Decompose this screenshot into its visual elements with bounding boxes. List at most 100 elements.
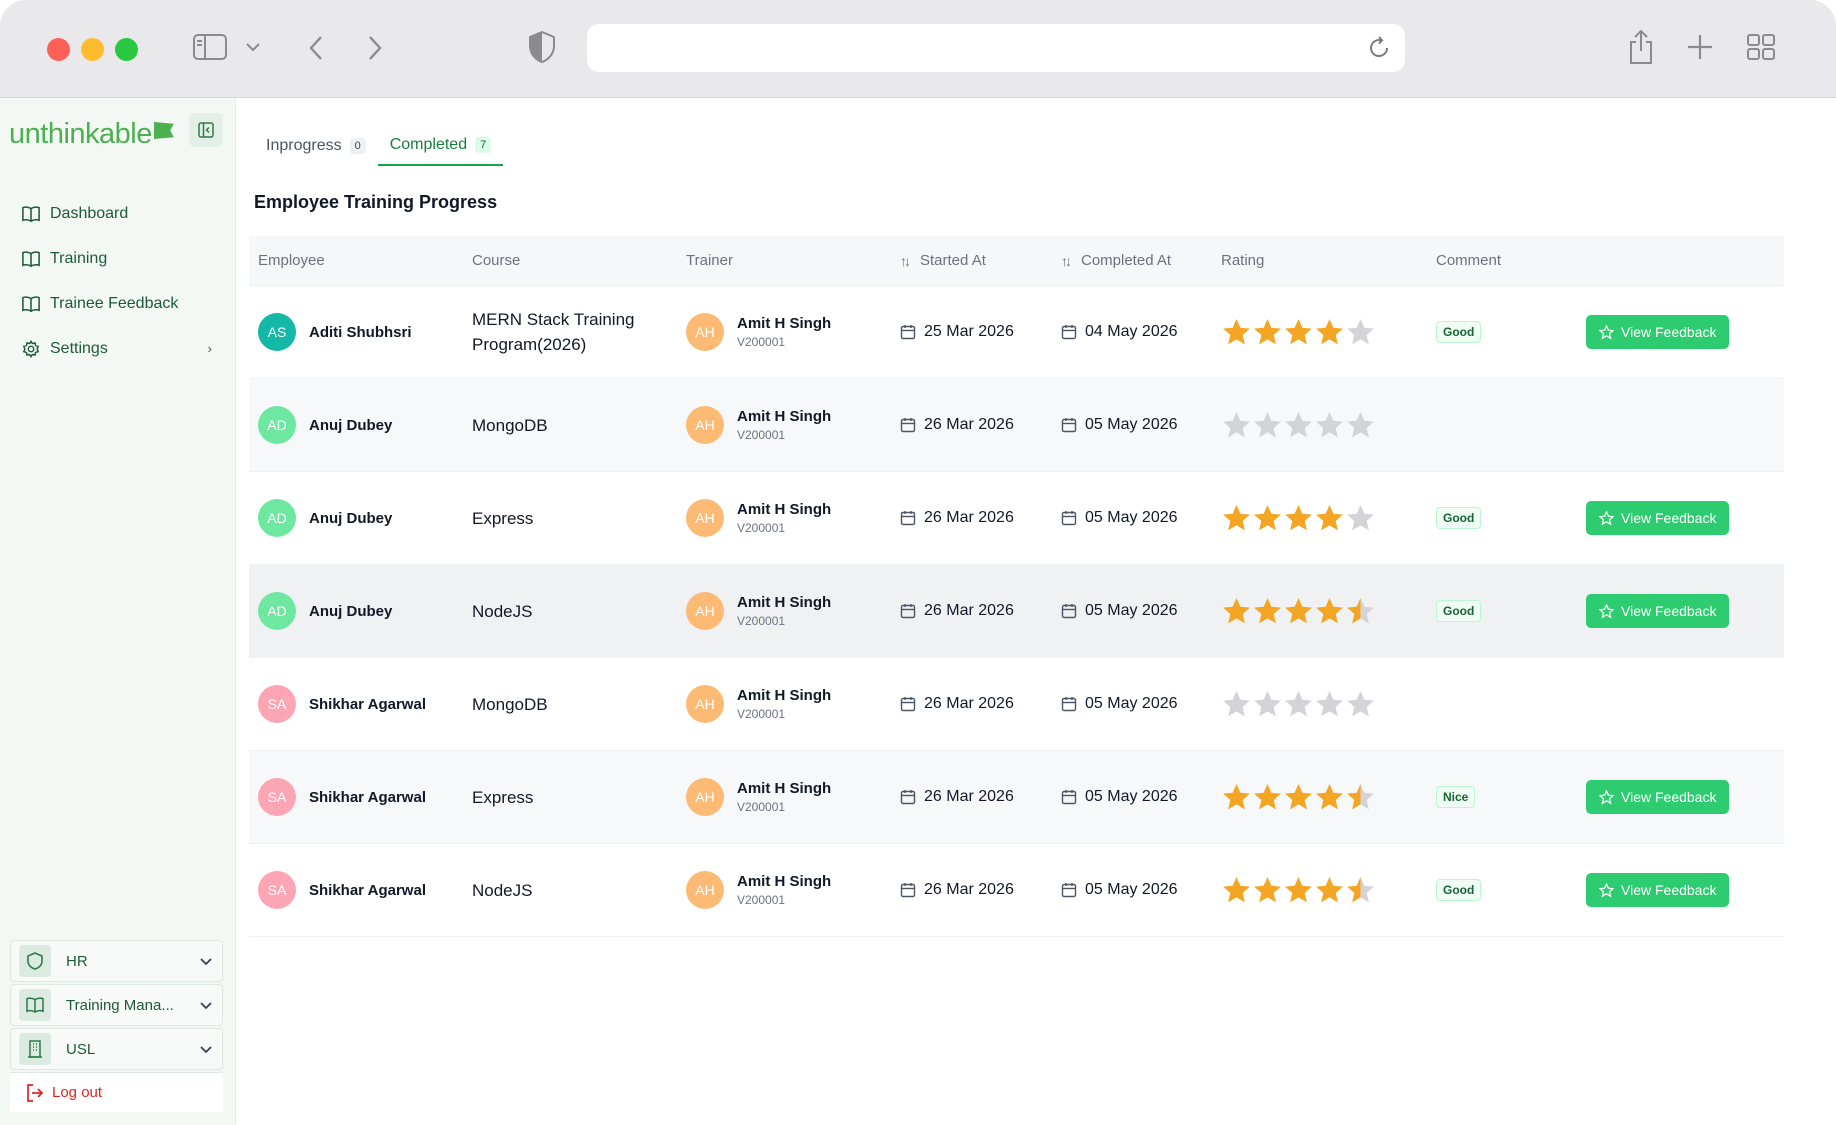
logout-button[interactable]: Log out (10, 1072, 223, 1112)
module-label: Training Mana... (66, 996, 174, 1014)
rating-stars (1212, 410, 1427, 441)
view-feedback-button[interactable]: View Feedback (1586, 315, 1730, 349)
share-icon[interactable] (1626, 28, 1656, 66)
trainer-cell: AH Amit H Singh V200001 (677, 592, 891, 630)
tab-completed[interactable]: Completed 7 (377, 136, 504, 166)
tab-overview-icon[interactable] (1746, 33, 1776, 61)
calendar-icon (900, 604, 916, 619)
completed-at-cell: 05 May 2026 (1052, 416, 1212, 434)
rating-star-icon (1345, 596, 1376, 627)
employee-cell: SA Shikhar Agarwal (249, 871, 463, 909)
star-outline-icon (1599, 882, 1614, 898)
rating-star-icon (1314, 689, 1345, 720)
rating-star-icon (1345, 782, 1376, 813)
rating-stars (1212, 875, 1427, 906)
avatar: AD (258, 499, 296, 537)
avatar: SA (258, 685, 296, 723)
completed-at-date: 05 May 2026 (1085, 788, 1178, 805)
course-name: MongoDB (472, 415, 548, 435)
sidebar-item-dashboard[interactable]: Dashboard (22, 191, 212, 236)
star-outline-icon (1599, 789, 1614, 805)
reload-icon[interactable] (1367, 36, 1391, 60)
trainer-cell: AH Amit H Singh V200001 (677, 871, 891, 909)
module-hr[interactable]: HR (10, 940, 223, 982)
rating-star-icon (1252, 503, 1283, 534)
employee-name: Anuj Dubey (309, 416, 393, 434)
chevron-down-icon (200, 958, 212, 966)
back-icon[interactable] (305, 33, 327, 63)
sidebar-item-label: Trainee Feedback (50, 294, 179, 312)
new-tab-icon[interactable] (1686, 33, 1714, 61)
rating-star-icon (1221, 503, 1252, 534)
logout-label: Log out (52, 1084, 103, 1101)
gear-icon (22, 339, 40, 358)
view-feedback-button[interactable]: View Feedback (1586, 873, 1730, 907)
comment-badge: Good (1436, 879, 1482, 901)
view-feedback-button[interactable]: View Feedback (1586, 780, 1730, 814)
tab-inprogress[interactable]: Inprogress 0 (254, 136, 378, 166)
rating-star-icon (1221, 689, 1252, 720)
minimize-window-button[interactable] (81, 38, 104, 61)
trainer-id: V200001 (737, 800, 786, 814)
view-feedback-label: View Feedback (1621, 882, 1717, 898)
started-at-date: 26 Mar 2026 (924, 881, 1014, 898)
table-row: AD Anuj Dubey MongoDB AH Amit H Singh V200001… (249, 379, 1784, 472)
calendar-icon (900, 697, 916, 712)
rating-star-icon (1345, 875, 1376, 906)
rating-star-icon (1283, 410, 1314, 441)
comment-badge: Good (1436, 600, 1482, 622)
rating-star-icon (1221, 782, 1252, 813)
collapse-sidebar-button[interactable] (189, 113, 223, 147)
view-feedback-button[interactable]: View Feedback (1586, 501, 1730, 535)
sidebar: unthinkable Dashboard Training Trainee F… (0, 98, 236, 1125)
sort-icon: ↑↓ (1061, 252, 1072, 269)
view-feedback-button[interactable]: View Feedback (1586, 594, 1730, 628)
rating-star-icon (1252, 410, 1283, 441)
trainer-id: V200001 (737, 893, 786, 907)
module-training-management[interactable]: Training Mana... (10, 984, 223, 1026)
sidebar-item-settings[interactable]: Settings › (22, 326, 212, 371)
avatar: AH (686, 871, 724, 909)
sidebar-item-trainee-feedback[interactable]: Trainee Feedback (22, 281, 212, 326)
book-open-icon (22, 205, 40, 222)
privacy-shield-icon[interactable] (527, 30, 557, 64)
calendar-icon (1061, 883, 1077, 898)
book-open-icon (22, 250, 40, 267)
trainer-id: V200001 (737, 335, 786, 349)
table-row: AD Anuj Dubey Express AH Amit H Singh V200001… (249, 472, 1784, 565)
comment-cell: Good (1427, 600, 1577, 622)
zoom-window-button[interactable] (115, 38, 138, 61)
completed-at-date: 05 May 2026 (1085, 509, 1178, 526)
view-feedback-label: View Feedback (1621, 324, 1717, 340)
employee-cell: SA Shikhar Agarwal (249, 778, 463, 816)
trainer-id: V200001 (737, 428, 786, 442)
sidebar-item-training[interactable]: Training (22, 236, 212, 281)
started-at-cell: 26 Mar 2026 (891, 695, 1052, 713)
book-open-icon (22, 295, 40, 312)
avatar: AH (686, 406, 724, 444)
rating-star-icon (1345, 503, 1376, 534)
rating-star-icon (1345, 317, 1376, 348)
chevron-down-icon[interactable] (244, 38, 262, 56)
rating-star-icon (1221, 317, 1252, 348)
employee-name: Shikhar Agarwal (309, 695, 426, 713)
forward-icon[interactable] (364, 33, 386, 63)
column-header-started-at[interactable]: ↑↓ Started At (891, 252, 1052, 269)
close-window-button[interactable] (47, 38, 70, 61)
comment-cell: Nice (1427, 786, 1577, 808)
chevron-down-icon (200, 1046, 212, 1054)
rating-star-icon (1221, 875, 1252, 906)
sidebar-item-label: Settings (50, 339, 108, 357)
avatar: AS (258, 313, 296, 351)
address-bar[interactable] (587, 24, 1405, 72)
brand-logo[interactable]: unthinkable (9, 118, 174, 151)
trainer-cell: AH Amit H Singh V200001 (677, 499, 891, 537)
column-header-comment: Comment (1436, 252, 1502, 269)
rating-star-icon (1283, 596, 1314, 627)
employee-cell: AD Anuj Dubey (249, 499, 463, 537)
column-header-completed-at[interactable]: ↑↓ Completed At (1052, 252, 1212, 269)
sidebar-toggle-icon[interactable] (192, 32, 228, 62)
module-usl[interactable]: USL (10, 1028, 223, 1070)
training-progress-table: Employee Course Trainer ↑↓ Started At ↑↓… (249, 236, 1784, 937)
started-at-date: 25 Mar 2026 (924, 323, 1014, 340)
